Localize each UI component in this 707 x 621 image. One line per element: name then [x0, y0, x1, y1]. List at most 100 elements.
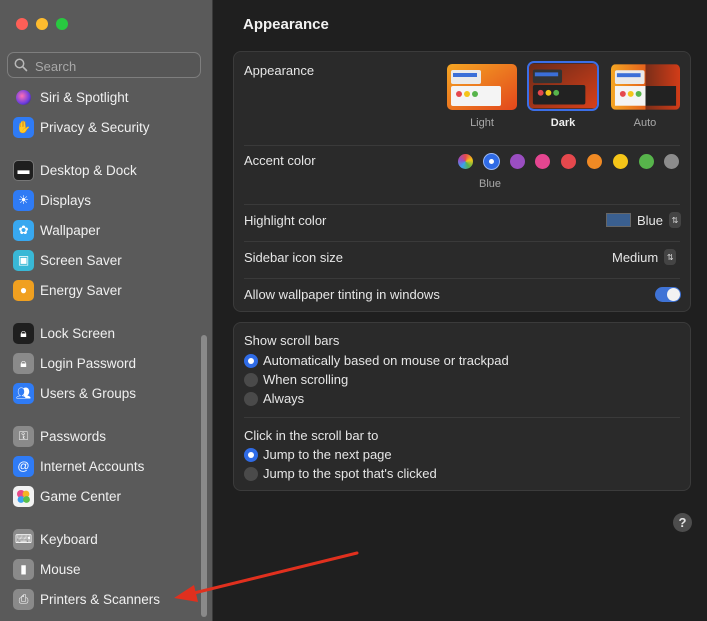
- sidebar-item-mouse[interactable]: ▮ Mouse: [13, 558, 81, 580]
- sidebar-item-label: Keyboard: [40, 531, 98, 547]
- sidebar-item-printers-scanners[interactable]: ⎙ Printers & Scanners: [13, 588, 160, 610]
- key-icon: ⚿: [13, 425, 34, 447]
- accent-swatch-4[interactable]: [561, 154, 577, 169]
- users-icon: 👥︎: [13, 382, 34, 404]
- divider: [244, 278, 680, 279]
- sidebar-item-label: Login Password: [40, 355, 137, 371]
- minimize-window-button[interactable]: [36, 18, 48, 30]
- at-icon: @: [13, 455, 34, 477]
- accent-swatch-7[interactable]: [638, 154, 654, 169]
- sidebar-item-label: Lock Screen: [40, 325, 116, 341]
- radio-label: Jump to the spot that's clicked: [263, 466, 437, 481]
- radio-jump-next-page[interactable]: [244, 448, 258, 462]
- close-window-button[interactable]: [16, 18, 28, 30]
- sidebar-item-label: Screen Saver: [40, 252, 122, 268]
- printer-icon: ⎙: [13, 588, 34, 610]
- sidebar-item-label: Privacy & Security: [40, 119, 150, 135]
- sidebar-item-game-center[interactable]: Game Center: [13, 485, 121, 507]
- sidebar-item-label: Internet Accounts: [40, 458, 145, 474]
- flower-icon: ✿: [13, 219, 34, 241]
- appearance-light-label: Light: [470, 117, 494, 129]
- radio-label: Always: [263, 391, 305, 406]
- radio-jump-to-spot[interactable]: [244, 467, 258, 481]
- updown-chevron-icon: ⇅: [664, 249, 677, 265]
- accent-swatch-2[interactable]: [509, 154, 525, 169]
- sidebar-item-passwords[interactable]: ⚿ Passwords: [13, 425, 106, 447]
- highlight-color-select[interactable]: Blue ⇅: [606, 212, 682, 228]
- sidebar-item-siri-spotlight[interactable]: Siri & Spotlight: [13, 86, 129, 108]
- divider: [244, 417, 680, 418]
- click-scroll-bar-label: Click in the scroll bar to: [244, 428, 379, 443]
- appearance-auto-option[interactable]: [611, 64, 680, 110]
- sidebar-item-label: Users & Groups: [40, 385, 137, 401]
- sidebar-item-label: Passwords: [40, 428, 107, 444]
- accent-swatch-5[interactable]: [587, 154, 602, 169]
- settings-pane: Appearance Appearance Light Dark Auto Ac…: [213, 0, 707, 621]
- sidebar-item-internet-accounts[interactable]: @ Internet Accounts: [13, 455, 144, 477]
- page-title: Appearance: [243, 16, 329, 33]
- show-scroll-bars-label: Show scroll bars: [244, 333, 340, 348]
- system-settings-window: Siri & Spotlight ✋ Privacy & Security ▬ …: [0, 0, 707, 621]
- appearance-light-option[interactable]: [447, 64, 517, 110]
- siri-icon: [16, 89, 31, 105]
- appearance-dark-option[interactable]: [527, 61, 599, 111]
- highlight-color-value: Blue: [637, 212, 664, 228]
- sidebar-item-energy-saver[interactable]: ● Energy Saver: [13, 279, 122, 301]
- help-button[interactable]: ?: [673, 513, 692, 532]
- radio-label: Automatically based on mouse or trackpad: [263, 353, 509, 368]
- sidebar-icon-size-value: Medium: [612, 249, 659, 265]
- traffic-lights: [16, 18, 68, 30]
- search-input[interactable]: [33, 57, 197, 75]
- sun-icon: ☀: [13, 189, 34, 211]
- accent-selected-name: Blue: [478, 178, 502, 190]
- sidebar-item-lock-screen[interactable]: 🔒︎ Lock Screen: [13, 322, 115, 344]
- divider: [244, 241, 680, 242]
- game-center-icon: [13, 485, 34, 507]
- sidebar-item-keyboard[interactable]: ⌨ Keyboard: [13, 528, 98, 550]
- sidebar-item-desktop-dock[interactable]: ▬ Desktop & Dock: [13, 159, 137, 181]
- keyboard-icon: ⌨: [13, 528, 34, 550]
- screensaver-icon: ▣: [13, 249, 34, 271]
- radio-label: When scrolling: [263, 372, 349, 387]
- sidebar-item-wallpaper[interactable]: ✿ Wallpaper: [13, 219, 100, 241]
- appearance-label: Appearance: [244, 63, 315, 78]
- divider: [244, 204, 680, 205]
- lock-icon: 🔒︎: [13, 322, 34, 344]
- sidebar-item-displays[interactable]: ☀ Displays: [13, 189, 91, 211]
- mouse-icon: ▮: [13, 558, 34, 580]
- accent-color-label: Accent color: [244, 153, 316, 168]
- appearance-dark-label: Dark: [550, 117, 576, 129]
- radio-scroll-when-scrolling[interactable]: [244, 373, 258, 387]
- accent-swatch-1[interactable]: [483, 154, 499, 169]
- sidebar-item-screen-saver[interactable]: ▣ Screen Saver: [13, 249, 122, 271]
- search-icon: [14, 58, 28, 72]
- divider: [244, 145, 680, 146]
- accent-swatch-3[interactable]: [535, 154, 551, 169]
- sidebar-item-label: Mouse: [40, 561, 81, 577]
- zoom-window-button[interactable]: [56, 18, 68, 30]
- dock-icon: ▬: [13, 159, 34, 181]
- search-box[interactable]: [7, 52, 201, 78]
- toggle-knob: [667, 288, 680, 301]
- appearance-group: Appearance Light Dark Auto Accent color …: [233, 51, 691, 312]
- sidebar-scrollbar[interactable]: [201, 335, 207, 617]
- sidebar-icon-size-select[interactable]: Medium ⇅: [612, 249, 677, 265]
- accent-swatch-8[interactable]: [664, 154, 680, 169]
- wallpaper-tinting-toggle[interactable]: [655, 287, 681, 302]
- radio-scroll-automatic[interactable]: [244, 354, 258, 368]
- highlight-swatch: [606, 213, 631, 227]
- sidebar-item-label: Game Center: [40, 488, 122, 504]
- sidebar-item-privacy-security[interactable]: ✋ Privacy & Security: [13, 116, 150, 138]
- sidebar-item-users-groups[interactable]: 👥︎ Users & Groups: [13, 382, 136, 404]
- hand-icon: ✋: [13, 116, 34, 138]
- accent-swatch-6[interactable]: [612, 154, 628, 169]
- sidebar-item-label: Displays: [40, 192, 92, 208]
- sidebar-item-login-password[interactable]: 🔒︎ Login Password: [13, 352, 136, 374]
- updown-chevron-icon: ⇅: [669, 212, 682, 228]
- lock-key-icon: 🔒︎: [13, 352, 34, 374]
- sidebar-item-label: Printers & Scanners: [40, 591, 161, 607]
- accent-swatch-multicolor[interactable]: [458, 154, 473, 169]
- sidebar-item-label: Siri & Spotlight: [40, 89, 129, 105]
- radio-scroll-always[interactable]: [244, 392, 258, 406]
- wallpaper-tinting-label: Allow wallpaper tinting in windows: [244, 287, 440, 302]
